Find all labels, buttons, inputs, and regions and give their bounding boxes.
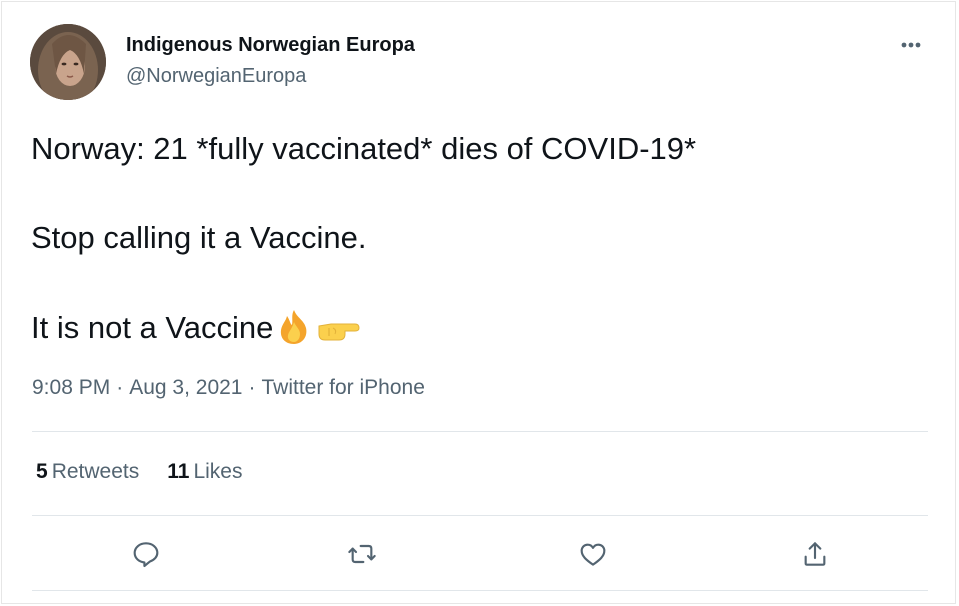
likes-stat[interactable]: 11 Likes — [167, 460, 242, 484]
backhand-index-pointing-right-emoji-icon — [315, 316, 363, 355]
divider — [32, 431, 928, 432]
tweet-stats: 5 Retweets 11 Likes — [36, 460, 270, 484]
tweet-time[interactable]: 9:08 PM — [32, 376, 110, 399]
divider — [32, 515, 928, 516]
tweet-metadata: 9:08 PM · Aug 3, 2021 · Twitter for iPhone — [32, 376, 425, 400]
tweet-text-line: Stop calling it a Vaccine. — [31, 220, 367, 255]
tweet-text-line: Norway: 21 *fully vaccinated* dies of CO… — [31, 131, 697, 166]
tweet-card: Indigenous Norwegian Europa @NorwegianEu… — [1, 1, 956, 604]
author-handle[interactable]: @NorwegianEuropa — [126, 65, 306, 88]
retweets-stat[interactable]: 5 Retweets — [36, 460, 139, 484]
retweets-count: 5 — [36, 460, 48, 483]
tweet-text-line-with-emoji: It is not a Vaccine — [31, 308, 363, 355]
like-icon[interactable] — [577, 538, 609, 570]
avatar[interactable] — [30, 24, 106, 100]
retweets-label: Retweets — [51, 460, 140, 483]
reply-icon[interactable] — [130, 538, 162, 570]
author-display-name[interactable]: Indigenous Norwegian Europa — [126, 34, 415, 57]
meta-separator: · — [116, 376, 124, 399]
divider — [32, 590, 928, 591]
tweet-source[interactable]: Twitter for iPhone — [261, 376, 424, 399]
retweet-icon[interactable] — [346, 538, 378, 570]
likes-count: 11 — [167, 460, 190, 483]
meta-separator: · — [248, 376, 256, 399]
profile-photo-avatar-icon — [30, 24, 106, 100]
more-options-icon[interactable] — [894, 32, 928, 58]
share-icon[interactable] — [799, 538, 831, 570]
tweet-date[interactable]: Aug 3, 2021 — [129, 376, 242, 399]
tweet-text-line: It is not a Vaccine — [31, 310, 274, 345]
likes-label: Likes — [193, 460, 243, 483]
fire-emoji-icon — [273, 308, 315, 355]
